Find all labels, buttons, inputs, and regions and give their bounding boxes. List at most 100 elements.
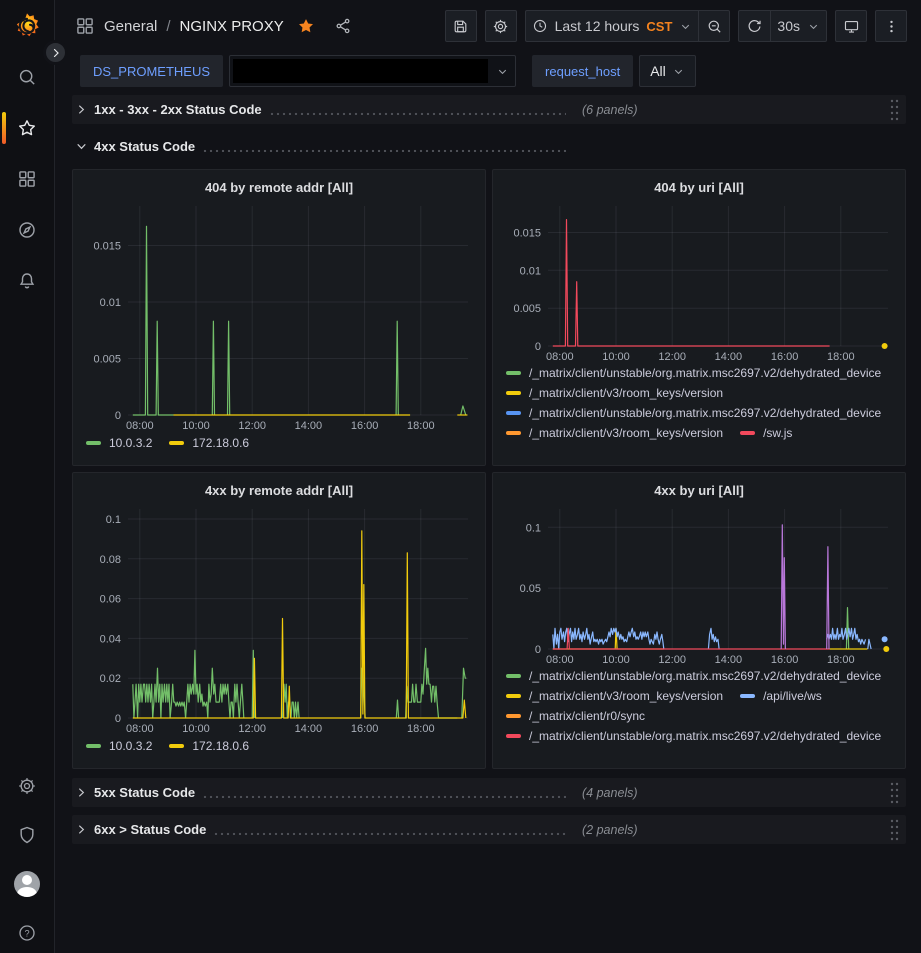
help-icon[interactable]: ? bbox=[0, 921, 54, 945]
dashboard-settings-button[interactable] bbox=[485, 10, 517, 42]
refresh-interval-label: 30s bbox=[777, 18, 800, 34]
legend-swatch bbox=[86, 441, 101, 445]
grafana-logo[interactable] bbox=[10, 9, 44, 43]
svg-text:0.02: 0.02 bbox=[100, 673, 121, 685]
svg-text:14:00: 14:00 bbox=[715, 654, 743, 666]
tv-mode-button[interactable] bbox=[835, 10, 867, 42]
sidebar-item-starred[interactable] bbox=[0, 116, 54, 140]
variables-bar: DS_PROMETHEUS request_host All bbox=[55, 52, 921, 90]
svg-text:16:00: 16:00 bbox=[351, 420, 379, 432]
row-1xx-3xx-2xx[interactable]: 1xx - 3xx - 2xx Status Code (6 panels) bbox=[72, 95, 906, 124]
legend-item[interactable]: /sw.js bbox=[740, 426, 792, 440]
legend-item[interactable]: /_matrix/client/unstable/org.matrix.msc2… bbox=[506, 366, 881, 380]
legend-item[interactable]: 172.18.0.6 bbox=[169, 436, 249, 450]
svg-text:0.05: 0.05 bbox=[520, 583, 541, 595]
time-range-picker[interactable]: Last 12 hours CST bbox=[525, 10, 699, 42]
row-title: 5xx Status Code bbox=[94, 785, 195, 800]
svg-text:10:00: 10:00 bbox=[602, 351, 630, 363]
breadcrumb-separator: / bbox=[166, 18, 170, 35]
row-drag-handle[interactable] bbox=[889, 98, 900, 122]
svg-text:14:00: 14:00 bbox=[715, 351, 743, 363]
legend-item[interactable]: 10.0.3.2 bbox=[86, 739, 152, 753]
legend-swatch bbox=[506, 411, 521, 415]
panel-title[interactable]: 404 by remote addr [All] bbox=[82, 175, 476, 200]
chart-canvas[interactable]: 08:0010:0012:0014:0016:0018:0000.050.1 bbox=[502, 503, 896, 667]
star-icon[interactable] bbox=[297, 17, 315, 35]
kebab-menu-icon[interactable] bbox=[875, 10, 907, 42]
dotted-leader bbox=[202, 148, 566, 152]
legend-label: /_matrix/client/unstable/org.matrix.msc2… bbox=[529, 669, 881, 683]
chevron-down-icon bbox=[496, 65, 509, 78]
svg-text:0.04: 0.04 bbox=[100, 633, 121, 645]
legend-item[interactable]: /_matrix/client/r0/sync bbox=[506, 709, 645, 723]
legend-item[interactable]: /_matrix/client/v3/room_keys/version bbox=[506, 426, 723, 440]
row-4xx[interactable]: 4xx Status Code bbox=[72, 132, 906, 161]
legend-item[interactable]: /_matrix/client/unstable/org.matrix.msc2… bbox=[506, 729, 881, 743]
row-panel-count: (4 panels) bbox=[582, 786, 638, 800]
dashboard-content: 1xx - 3xx - 2xx Status Code (6 panels) 4… bbox=[55, 90, 921, 953]
zoom-out-time-button[interactable] bbox=[698, 10, 730, 42]
legend-item[interactable]: /_matrix/client/unstable/org.matrix.msc2… bbox=[506, 406, 881, 420]
request-host-value: All bbox=[650, 63, 666, 79]
sidebar-item-server-admin[interactable] bbox=[0, 823, 54, 847]
svg-text:12:00: 12:00 bbox=[238, 420, 266, 432]
chevron-down-icon bbox=[679, 20, 692, 33]
sidebar-expand-button[interactable] bbox=[43, 40, 68, 65]
svg-text:10:00: 10:00 bbox=[602, 654, 630, 666]
chart-canvas[interactable]: 08:0010:0012:0014:0016:0018:0000.0050.01… bbox=[502, 200, 896, 364]
avatar[interactable] bbox=[14, 871, 40, 897]
legend-swatch bbox=[506, 391, 521, 395]
row-drag-handle[interactable] bbox=[889, 781, 900, 805]
legend: 10.0.3.2 172.18.0.6 bbox=[82, 739, 476, 761]
share-icon[interactable] bbox=[334, 17, 352, 35]
svg-text:0.01: 0.01 bbox=[520, 265, 541, 277]
datasource-select[interactable] bbox=[229, 55, 516, 87]
row-6xx[interactable]: 6xx > Status Code (2 panels) bbox=[72, 815, 906, 844]
legend-item[interactable]: /_matrix/client/v3/room_keys/version bbox=[506, 386, 723, 400]
legend-swatch bbox=[86, 744, 101, 748]
chevron-down-icon bbox=[672, 65, 685, 78]
request-host-select[interactable]: All bbox=[639, 55, 696, 87]
time-picker-group: Last 12 hours CST bbox=[525, 10, 731, 42]
breadcrumb-folder[interactable]: General bbox=[104, 18, 157, 35]
time-range-label: Last 12 hours bbox=[555, 18, 640, 34]
sidebar-item-dashboards[interactable] bbox=[0, 167, 54, 191]
svg-text:16:00: 16:00 bbox=[771, 654, 799, 666]
sidebar-item-alerting[interactable] bbox=[0, 269, 54, 293]
panel-title[interactable]: 4xx by uri [All] bbox=[502, 478, 896, 503]
chart-canvas[interactable]: 08:0010:0012:0014:0016:0018:0000.0050.01… bbox=[82, 200, 476, 433]
svg-text:0: 0 bbox=[115, 410, 121, 422]
panel-4xx-by-uri: 4xx by uri [All] 08:0010:0012:0014:0016:… bbox=[492, 472, 906, 769]
legend-item[interactable]: /_matrix/client/v3/room_keys/version bbox=[506, 689, 723, 703]
legend-swatch bbox=[506, 431, 521, 435]
legend-item[interactable]: /_matrix/client/unstable/org.matrix.msc2… bbox=[506, 669, 881, 683]
user-avatar[interactable] bbox=[0, 872, 54, 896]
sidebar: ? bbox=[0, 0, 55, 953]
legend-item[interactable]: 172.18.0.6 bbox=[169, 739, 249, 753]
refresh-interval-picker[interactable]: 30s bbox=[770, 10, 827, 42]
svg-text:0.015: 0.015 bbox=[93, 241, 121, 253]
save-dashboard-button[interactable] bbox=[445, 10, 477, 42]
dashboard-title[interactable]: NGINX PROXY bbox=[180, 18, 284, 35]
chevron-right-icon bbox=[76, 824, 87, 835]
legend-label: /_matrix/client/v3/room_keys/version bbox=[529, 386, 723, 400]
legend-item[interactable]: 10.0.3.2 bbox=[86, 436, 152, 450]
search-icon[interactable] bbox=[0, 65, 54, 89]
breadcrumb: General / NGINX PROXY bbox=[75, 16, 352, 36]
main-area: General / NGINX PROXY Last 12 hours CST bbox=[55, 0, 921, 953]
row-drag-handle[interactable] bbox=[889, 818, 900, 842]
sidebar-item-configuration[interactable] bbox=[0, 774, 54, 798]
panel-title[interactable]: 4xx by remote addr [All] bbox=[82, 478, 476, 503]
chart-canvas[interactable]: 08:0010:0012:0014:0016:0018:0000.020.040… bbox=[82, 503, 476, 736]
refresh-button[interactable] bbox=[738, 10, 770, 42]
svg-text:0: 0 bbox=[115, 713, 121, 725]
legend-item[interactable]: /api/live/ws bbox=[740, 689, 822, 703]
row-panel-count: (6 panels) bbox=[582, 103, 638, 117]
sidebar-item-explore[interactable] bbox=[0, 218, 54, 242]
panel-title[interactable]: 404 by uri [All] bbox=[502, 175, 896, 200]
legend-swatch bbox=[506, 734, 521, 738]
svg-text:0.06: 0.06 bbox=[100, 594, 121, 606]
row-5xx[interactable]: 5xx Status Code (4 panels) bbox=[72, 778, 906, 807]
svg-text:10:00: 10:00 bbox=[182, 723, 210, 735]
legend-swatch bbox=[740, 694, 755, 698]
